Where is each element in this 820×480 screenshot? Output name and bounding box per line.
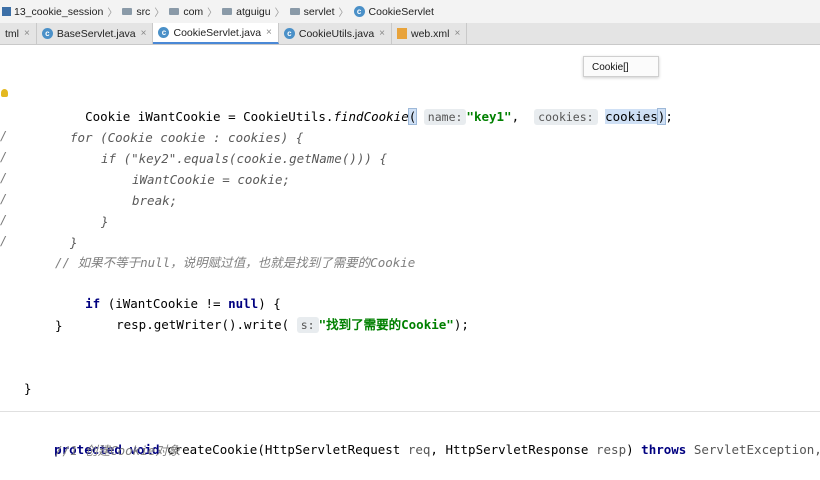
- class-icon: c: [283, 28, 295, 39]
- code-line[interactable]: protected void createCookie(HttpServletR…: [24, 420, 820, 457]
- folder-icon: [289, 8, 300, 15]
- code-line[interactable]: iWantCookie = cookie;: [132, 170, 290, 190]
- breadcrumb-module[interactable]: 13_cookie_session 〉: [0, 4, 120, 19]
- code-line[interactable]: }: [70, 233, 78, 253]
- tab-cookieservlet[interactable]: c CookieServlet.java ×: [153, 23, 279, 44]
- code-line[interactable]: if (iWantCookie != null) {: [55, 274, 281, 311]
- close-icon[interactable]: ×: [266, 27, 272, 38]
- breadcrumb-servlet[interactable]: servlet 〉: [288, 4, 352, 19]
- tab-html[interactable]: tml ×: [0, 23, 37, 44]
- param-hint-s: s:: [296, 317, 319, 333]
- tab-baseservlet[interactable]: c BaseServlet.java ×: [37, 23, 154, 44]
- folder-icon: [222, 8, 233, 15]
- method-separator: [0, 411, 820, 412]
- lightbulb-icon[interactable]: [1, 89, 8, 97]
- close-icon[interactable]: ×: [24, 28, 30, 39]
- code-comment[interactable]: // 如果不等于null，说明赋过值，也就是找到了需要的Cookie: [55, 253, 415, 273]
- folder-icon: [169, 8, 180, 15]
- param-hint-cookies: cookies:: [534, 109, 598, 125]
- breadcrumb-cookieservlet[interactable]: c CookieServlet: [352, 6, 437, 18]
- code-line[interactable]: }: [24, 379, 32, 399]
- code-line[interactable]: }: [55, 316, 63, 336]
- tab-webxml[interactable]: web.xml ×: [392, 23, 468, 44]
- code-line[interactable]: for (Cookie cookie : cookies) {: [70, 128, 303, 148]
- class-icon: c: [41, 28, 53, 39]
- code-comment[interactable]: //1 创建Cookie对象: [55, 441, 180, 461]
- gutter-mark: /: [0, 213, 8, 227]
- breadcrumb-src[interactable]: src 〉: [120, 4, 167, 19]
- gutter-mark: /: [0, 129, 8, 143]
- close-icon[interactable]: ×: [379, 28, 385, 39]
- breadcrumb-com[interactable]: com 〉: [167, 4, 220, 19]
- param-hint-name: name:: [423, 109, 467, 125]
- gutter-mark: /: [0, 192, 8, 206]
- breadcrumb: 13_cookie_session 〉 src 〉 com 〉 atguigu 〉 se…: [0, 0, 820, 24]
- code-line[interactable]: Cookie iWantCookie = CookieUtils.findCoo…: [55, 87, 673, 125]
- gutter-mark: /: [0, 150, 8, 164]
- code-line[interactable]: break;: [132, 191, 177, 211]
- code-editor[interactable]: Cookie[] Cookie iWantCookie = CookieUtil…: [0, 45, 820, 459]
- close-icon[interactable]: ×: [455, 28, 461, 39]
- folder-icon: [122, 8, 133, 15]
- code-line[interactable]: resp.getWriter().write( s: "找到了需要的Cookie"…: [86, 295, 469, 333]
- editor-tabs: tml × c BaseServlet.java × c CookieServl…: [0, 23, 820, 45]
- type-tooltip: Cookie[]: [583, 56, 659, 77]
- xml-file-icon: [397, 28, 407, 39]
- code-line[interactable]: if ("key2".equals(cookie.getName())) {: [101, 149, 387, 169]
- gutter-mark: /: [0, 234, 8, 248]
- code-line[interactable]: }: [101, 212, 109, 232]
- breadcrumb-atguigu[interactable]: atguigu 〉: [220, 4, 287, 19]
- tab-cookieutils[interactable]: c CookieUtils.java ×: [279, 23, 392, 44]
- module-icon: [2, 7, 11, 16]
- class-icon: c: [353, 6, 365, 17]
- class-icon: c: [158, 27, 170, 38]
- close-icon[interactable]: ×: [141, 28, 147, 39]
- gutter-mark: /: [0, 171, 8, 185]
